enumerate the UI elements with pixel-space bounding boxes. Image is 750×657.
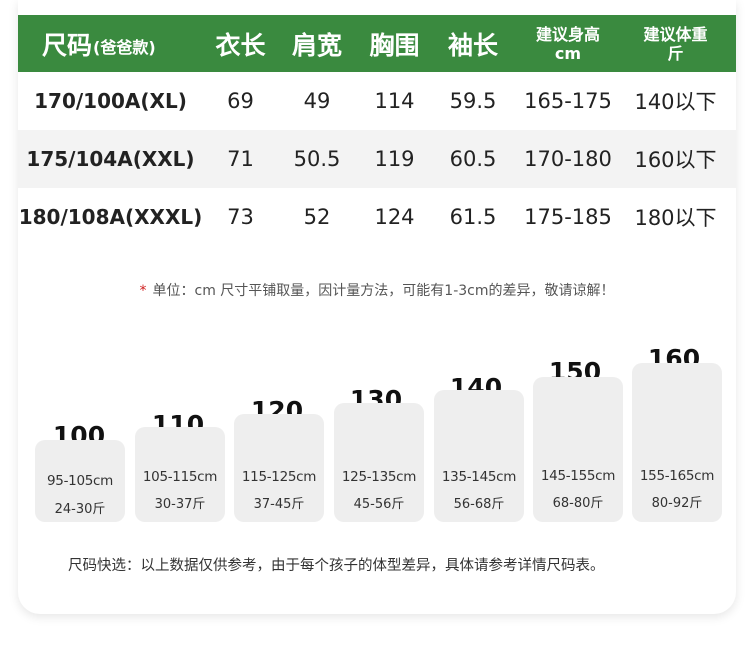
cell-length: 71 [227, 147, 254, 171]
chip-height: 115-125cm [241, 469, 317, 485]
size-chip: 145-155cm 68-80斤 [533, 377, 623, 522]
table-header: 尺码 (爸爸款) 衣长 肩宽 胸围 袖长 建议身高 cm 建议体重 斤 [18, 15, 736, 72]
cell-shoulder: 52 [303, 205, 331, 229]
header-chest: 胸围 [369, 30, 420, 60]
cell-chest: 119 [374, 147, 415, 171]
measurement-note: * 单位：cm 尺寸平铺取量，因计量方法，可能有1-3cm的差异，敬请谅解！ [18, 280, 736, 300]
size-chip: 155-165cm 80-92斤 [632, 363, 722, 522]
note-text: 单位：cm 尺寸平铺取量，因计量方法，可能有1-3cm的差异，敬请谅解！ [152, 283, 615, 299]
size-chip: 115-125cm 37-45斤 [234, 414, 324, 522]
header-height: 建议身高 cm [513, 15, 623, 72]
chip-kg: 68-80斤 [552, 496, 604, 511]
header-shoulder: 肩宽 [291, 30, 342, 60]
size-chart-card: 尺码 (爸爸款) 衣长 肩宽 胸围 袖长 建议身高 cm 建议体重 斤 170/1… [18, 0, 736, 614]
header-weight-line1: 建议体重 [643, 24, 708, 44]
header-height-line2: cm [554, 43, 582, 63]
chip-height: 135-145cm [441, 469, 517, 485]
cell-sleeve: 61.5 [449, 205, 497, 229]
chip-kg: 30-37斤 [154, 497, 206, 512]
cell-chest: 124 [374, 205, 415, 229]
cell-weight: 180以下 [634, 206, 717, 230]
table-row: 170/100A(XL) 69 49 114 59.5 165-175 140以… [18, 72, 736, 130]
cell-shoulder: 49 [303, 89, 331, 113]
chip-kg: 37-45斤 [253, 497, 305, 512]
cell-size: 175/104A(XXL) [26, 147, 195, 171]
header-length: 衣长 [215, 30, 266, 60]
header-sleeve: 袖长 [447, 30, 498, 60]
cell-weight: 140以下 [634, 90, 717, 114]
chip-kg: 24-30斤 [54, 502, 106, 517]
size-chip: 105-115cm 30-37斤 [135, 427, 225, 522]
note-star: * [139, 283, 147, 299]
header-height-line1: 建议身高 [535, 24, 600, 44]
cell-shoulder: 50.5 [293, 147, 341, 171]
cell-sleeve: 59.5 [449, 89, 497, 113]
chip-kg: 56-68斤 [453, 497, 505, 512]
chip-height: 145-155cm [540, 468, 616, 484]
size-chip: 125-135cm 45-56斤 [334, 403, 424, 522]
chip-kg: 80-92斤 [651, 496, 703, 511]
header-size: 尺码 (爸爸款) [18, 15, 203, 72]
header-weight: 建议体重 斤 [623, 15, 728, 72]
chip-height: 155-165cm [639, 468, 715, 484]
cell-length: 73 [227, 205, 254, 229]
cell-height: 170-180 [524, 147, 612, 171]
chip-kg: 45-56斤 [353, 497, 405, 512]
chip-height: 105-115cm [142, 469, 218, 485]
chip-height: 95-105cm [47, 473, 113, 489]
cell-size: 170/100A(XL) [34, 89, 187, 113]
size-chip: 95-105cm 24-30斤 [35, 440, 125, 522]
size-chip: 135-145cm 56-68斤 [434, 390, 524, 522]
table-row: 180/108A(XXXL) 73 52 124 61.5 175-185 18… [18, 188, 736, 246]
header-size-label: 尺码 [42, 30, 93, 60]
cell-sleeve: 60.5 [449, 147, 497, 171]
cell-height: 175-185 [524, 205, 612, 229]
cell-chest: 114 [374, 89, 415, 113]
chip-height: 125-135cm [341, 469, 417, 485]
cell-height: 165-175 [524, 89, 612, 113]
table-row: 175/104A(XXL) 71 50.5 119 60.5 170-180 1… [18, 130, 736, 188]
cell-weight: 160以下 [634, 148, 717, 172]
header-size-sub: (爸爸款) [93, 37, 156, 57]
cell-size: 180/108A(XXXL) [18, 205, 203, 229]
quick-size-footer: 尺码快选：以上数据仅供参考，由于每个孩子的体型差异，具体请参考详情尺码表。 [68, 558, 605, 574]
header-weight-line2: 斤 [667, 43, 684, 63]
cell-length: 69 [227, 89, 254, 113]
